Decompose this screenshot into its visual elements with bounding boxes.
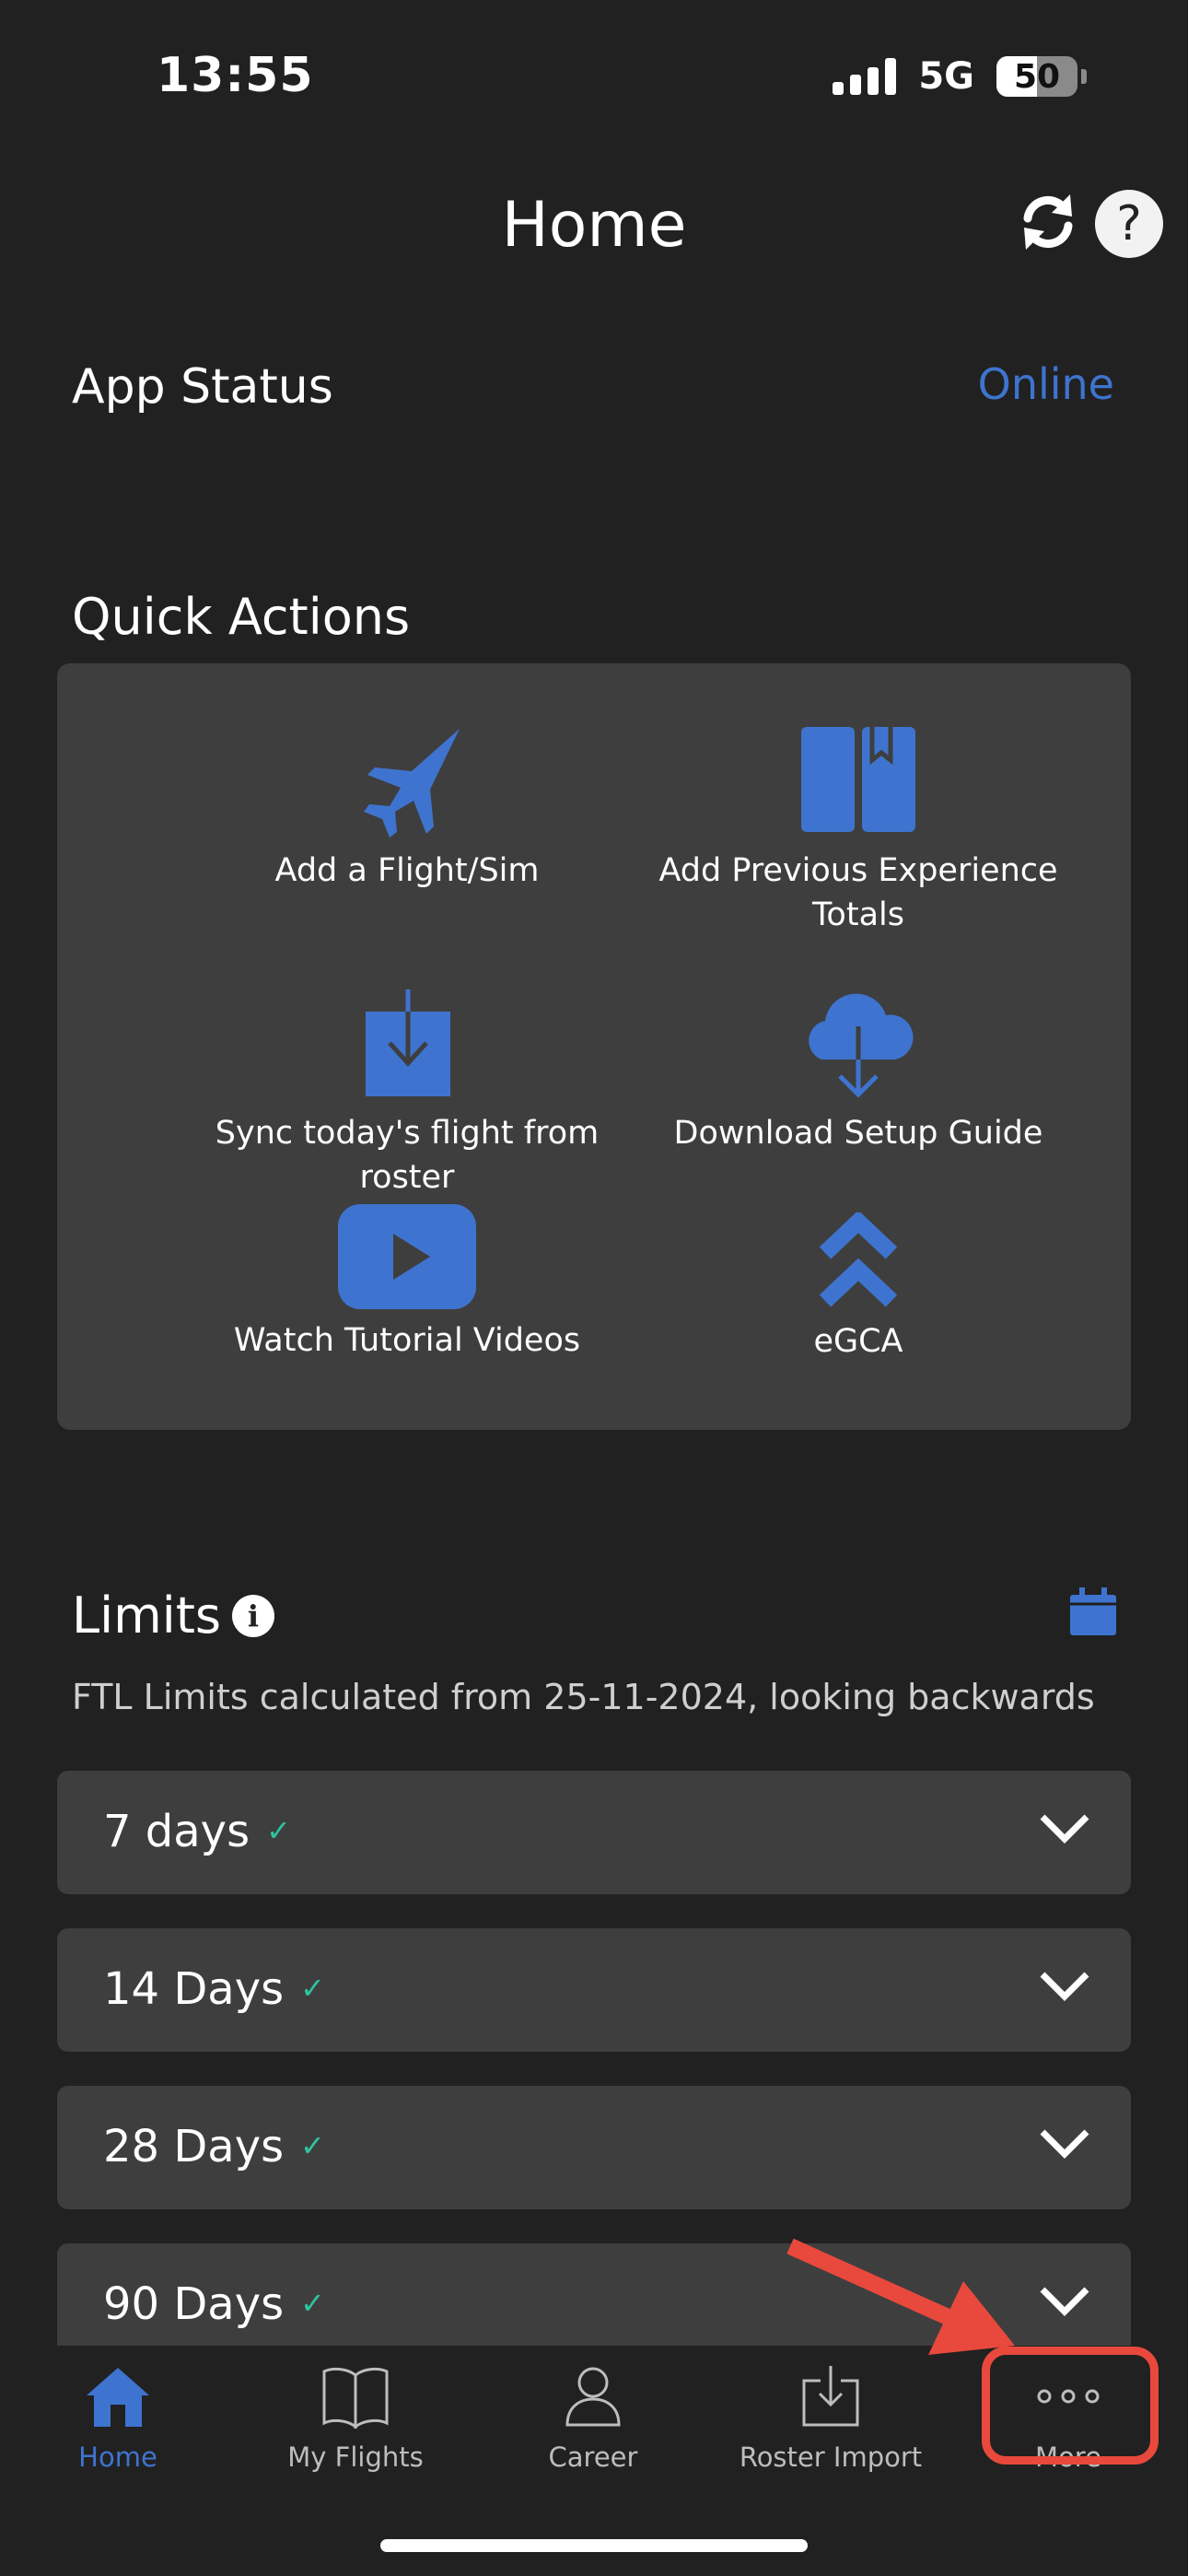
battery-icon: 50: [996, 56, 1077, 97]
sync-icon[interactable]: [1015, 189, 1081, 255]
book-open-icon: [322, 2367, 389, 2429]
battery-level: 50: [1013, 57, 1061, 96]
quick-action-label: eGCA: [813, 1323, 903, 1360]
network-type: 5G: [918, 55, 974, 98]
tab-roster-import[interactable]: Roster Import: [720, 2364, 941, 2473]
download-box-icon: [366, 989, 450, 1096]
app-status-value: Online: [977, 359, 1114, 409]
info-icon[interactable]: i: [232, 1594, 274, 1637]
limit-label-text: 90 Days: [103, 2278, 285, 2330]
limit-label-text: 28 Days: [103, 2121, 285, 2172]
tab-label: My Flights: [287, 2441, 424, 2473]
tab-career[interactable]: Career: [483, 2364, 704, 2473]
quick-action-label: Add a Flight/Sim: [274, 852, 540, 889]
quick-action-add-flight[interactable]: Add a Flight/Sim: [186, 723, 628, 893]
quick-action-label: Download Setup Guide: [673, 1115, 1043, 1152]
tab-label: Roster Import: [739, 2441, 923, 2473]
limit-label: 7 days ✓: [103, 1806, 291, 1857]
limit-label: 28 Days ✓: [103, 2121, 325, 2172]
limit-row-14-days[interactable]: 14 Days ✓: [57, 1928, 1131, 2052]
tab-home[interactable]: Home: [7, 2364, 228, 2473]
home-screen: 13:55 5G 50 Home ? App Status Online Qui…: [0, 0, 1188, 2576]
calendar-icon[interactable]: [1068, 1587, 1118, 1637]
limit-label-text: 7 days: [103, 1806, 250, 1857]
chevron-down-icon: [1040, 1972, 1089, 2001]
egca-chevrons-icon: [819, 1212, 898, 1307]
quick-actions-title: Quick Actions: [72, 588, 411, 646]
status-indicators: 5G 50: [833, 55, 1087, 98]
book-icon: [801, 727, 915, 832]
check-icon: ✓: [300, 1971, 325, 2006]
home-icon: [87, 2368, 149, 2427]
quick-action-tutorial-videos[interactable]: Watch Tutorial Videos: [186, 1202, 628, 1363]
limit-label: 90 Days ✓: [103, 2278, 325, 2330]
chevron-down-icon: [1040, 2287, 1089, 2316]
check-icon: ✓: [300, 2128, 325, 2163]
quick-action-label: Sync today's flight from roster: [215, 1115, 600, 1196]
limits-title-text: Limits: [72, 1587, 221, 1645]
annotation-highlight-box: [982, 2347, 1159, 2465]
tab-label: Home: [78, 2441, 157, 2473]
tab-label: Career: [548, 2441, 638, 2473]
quick-action-label: Watch Tutorial Videos: [233, 1322, 581, 1359]
check-icon: ✓: [300, 2286, 325, 2321]
limits-title: Limits i: [72, 1587, 274, 1645]
limits-subtitle: FTL Limits calculated from 25-11-2024, l…: [72, 1677, 1095, 1717]
limit-label-text: 14 Days: [103, 1963, 285, 2015]
tab-my-flights[interactable]: My Flights: [245, 2364, 466, 2473]
limit-label: 14 Days ✓: [103, 1963, 325, 2015]
page-title: Home: [501, 189, 687, 262]
signal-icon: [833, 58, 897, 95]
quick-action-setup-guide[interactable]: Download Setup Guide: [637, 986, 1079, 1155]
quick-actions-card: Add a Flight/Sim Add Previous Experience…: [57, 663, 1131, 1430]
quick-action-previous-experience[interactable]: Add Previous Experience Totals: [637, 723, 1079, 937]
chevron-down-icon: [1040, 2129, 1089, 2159]
person-icon: [565, 2367, 621, 2427]
app-status-label: App Status: [72, 359, 333, 415]
limit-row-28-days[interactable]: 28 Days ✓: [57, 2086, 1131, 2209]
quick-action-sync-roster[interactable]: Sync today's flight from roster: [186, 986, 628, 1200]
home-indicator: [380, 2539, 808, 2552]
quick-action-egca[interactable]: eGCA: [637, 1212, 1079, 1364]
jet-icon: [364, 729, 460, 837]
limit-row-7-days[interactable]: 7 days ✓: [57, 1771, 1131, 1894]
play-icon: [338, 1204, 476, 1309]
chevron-down-icon: [1040, 1814, 1089, 1844]
help-icon[interactable]: ?: [1095, 190, 1163, 258]
check-icon: ✓: [266, 1813, 291, 1848]
cloud-download-icon: [809, 993, 914, 1098]
status-time: 13:55: [157, 48, 314, 103]
quick-action-label: Add Previous Experience Totals: [658, 852, 1058, 933]
battery-cap: [1081, 69, 1087, 84]
